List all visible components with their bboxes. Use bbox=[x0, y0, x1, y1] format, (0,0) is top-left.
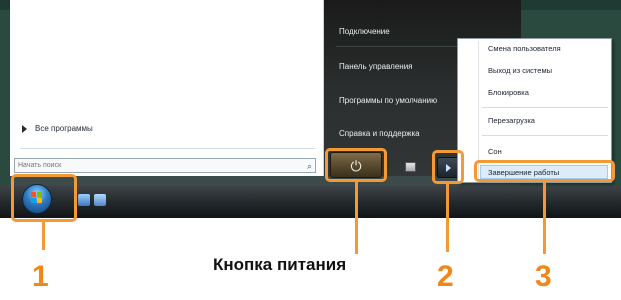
menu-divider bbox=[482, 107, 608, 108]
right-pane-item-connect[interactable]: Подключение bbox=[339, 27, 390, 36]
right-pane-item-help[interactable]: Справка и поддержка bbox=[339, 129, 420, 138]
right-pane-item-control-panel[interactable]: Панель управления bbox=[339, 62, 413, 71]
right-pane-item-default-programs[interactable]: Программы по умолчанию bbox=[339, 96, 437, 105]
all-programs-item[interactable]: Все программы bbox=[22, 124, 93, 133]
search-input[interactable] bbox=[18, 160, 288, 171]
screenshot-area: Все программы ⌕ Подключение Панель управ… bbox=[0, 0, 621, 218]
quick-launch-switch-icon[interactable] bbox=[94, 194, 106, 206]
highlight-power-button bbox=[325, 148, 387, 182]
callout-line-2 bbox=[446, 184, 449, 252]
search-box[interactable]: ⌕ bbox=[14, 158, 316, 173]
start-menu-left-pane bbox=[10, 0, 324, 176]
menu-gutter bbox=[478, 41, 479, 179]
callout-line-1 bbox=[42, 222, 45, 250]
menu-item-sleep[interactable]: Сон bbox=[488, 147, 502, 156]
highlight-shut-down-item bbox=[474, 160, 615, 182]
start-menu-divider bbox=[20, 148, 315, 149]
callout-line-power bbox=[355, 182, 358, 254]
search-icon[interactable]: ⌕ bbox=[307, 160, 312, 172]
annotation-number-3: 3 bbox=[535, 260, 552, 293]
menu-item-lock[interactable]: Блокировка bbox=[488, 88, 529, 97]
menu-item-switch-user[interactable]: Смена пользователя bbox=[488, 44, 561, 53]
highlight-arrow-button bbox=[432, 150, 464, 184]
quick-launch-desktop-icon[interactable] bbox=[78, 194, 90, 206]
callout-line-3 bbox=[543, 182, 546, 254]
expand-arrow-icon bbox=[22, 124, 27, 133]
menu-divider bbox=[482, 135, 608, 136]
menu-item-restart[interactable]: Перезагрузка bbox=[488, 116, 535, 125]
annotation-number-1: 1 bbox=[32, 260, 49, 293]
lock-icon[interactable] bbox=[405, 162, 416, 172]
highlight-start-button bbox=[11, 174, 77, 222]
all-programs-label: Все программы bbox=[35, 124, 93, 133]
annotation-caption-power-button: Кнопка питания bbox=[213, 255, 347, 274]
annotation-number-2: 2 bbox=[437, 260, 454, 293]
menu-item-log-off[interactable]: Выход из системы bbox=[488, 66, 552, 75]
